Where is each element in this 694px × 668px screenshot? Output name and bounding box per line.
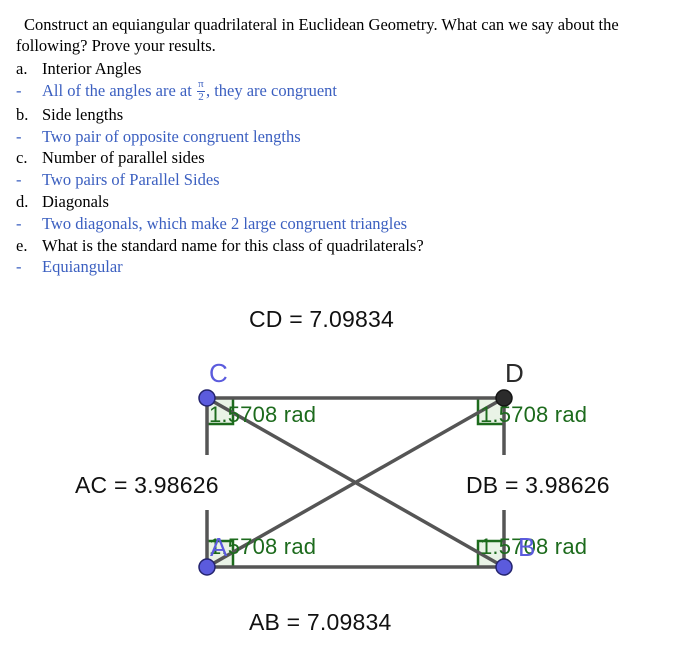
pi-over-two-fraction: π2 [196,78,205,103]
question-answer-block: Construct an equiangular quadrilateral i… [0,0,694,278]
list-item-d-answer: - Two diagonals, which make 2 large cong… [16,213,678,235]
geometry-figure: CD = 7.09834 AB = 7.09834 AC = 3.98626 D… [0,288,694,668]
list-item-text: What is the standard name for this class… [42,235,424,255]
list-item-text: Two pair of opposite congruent lengths [42,126,301,146]
list-item-a-question: a. Interior Angles [16,58,678,80]
list-item-text: Two pairs of Parallel Sides [42,170,220,190]
list-item-d-question: d. Diagonals [16,191,678,213]
vertex-point-b[interactable] [495,558,513,576]
list-marker: - [16,257,22,277]
measurement-label-cd[interactable]: CD = 7.09834 [249,306,394,333]
fraction-numerator: π [198,78,204,91]
list-item-text: Number of parallel sides [42,148,205,168]
list-item-b-answer: - Two pair of opposite congruent lengths [16,126,678,148]
angle-label-c[interactable]: 1.5708 rad [209,402,316,428]
answer-text-after: , they are congruent [205,80,337,100]
measurement-label-ac[interactable]: AC = 3.98626 [75,472,219,499]
list-marker: - [16,213,22,233]
list-item-a-answer: - All of the angles are at π2, they are … [16,78,678,104]
list-item-e-answer: - Equiangular [16,256,678,278]
point-label-d[interactable]: D [505,358,524,389]
list-marker: c. [16,148,28,168]
measurement-label-db[interactable]: DB = 3.98626 [466,472,610,499]
list-item-text: Interior Angles [42,59,142,79]
measurement-label-ab[interactable]: AB = 7.09834 [249,609,391,636]
answer-text-before: All of the angles are at [42,80,196,100]
angle-label-d[interactable]: 1.5708 rad [480,402,587,428]
prompt-text: Construct an equiangular quadrilateral i… [16,15,619,56]
list-item-text: All of the angles are at π2, they are co… [42,78,337,104]
list-marker: a. [16,59,28,79]
point-label-b[interactable]: B [518,532,535,563]
list-marker: - [16,80,22,100]
list-item-text: Diagonals [42,191,109,211]
list-marker: d. [16,191,29,211]
list-marker: - [16,126,22,146]
list-item-text: Side lengths [42,104,124,124]
list-item-b-question: b. Side lengths [16,104,678,126]
list-item-c-answer: - Two pairs of Parallel Sides [16,169,678,191]
list-item-e-question: e. What is the standard name for this cl… [16,235,678,257]
point-label-c[interactable]: C [209,358,228,389]
list-marker: - [16,170,22,190]
list-item-text: Two diagonals, which make 2 large congru… [42,213,408,233]
point-label-a[interactable]: A [210,532,227,563]
qa-list: a. Interior Angles - All of the angles a… [16,58,678,278]
list-marker: e. [16,235,28,255]
list-item-text: Equiangular [42,257,123,277]
list-item-c-question: c. Number of parallel sides [16,147,678,169]
list-marker: b. [16,104,29,124]
fraction-denominator: 2 [198,90,204,103]
